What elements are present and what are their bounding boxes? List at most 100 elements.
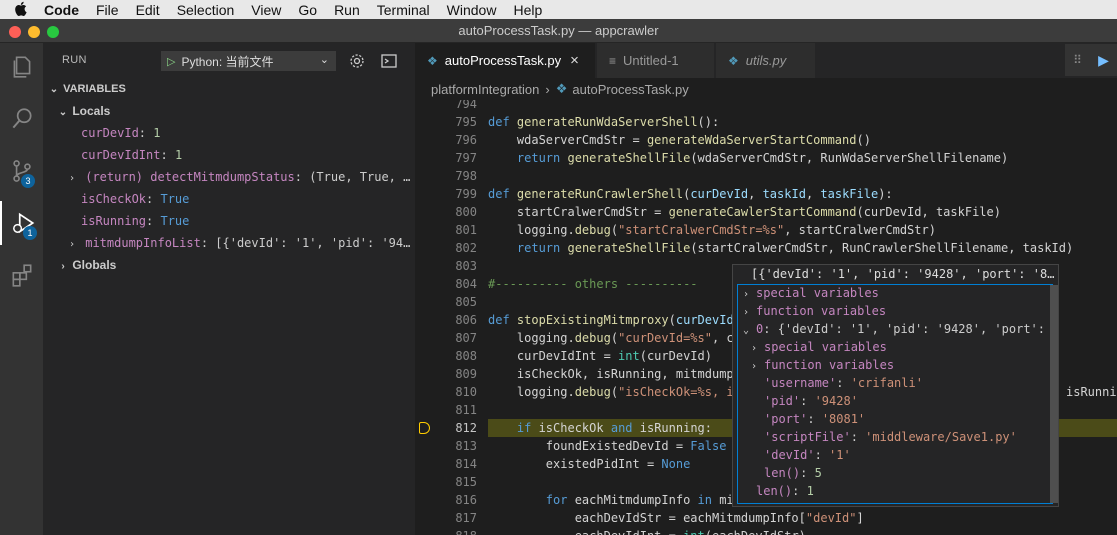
start-debugging-icon[interactable]: ▷ xyxy=(167,55,175,68)
globals-scope[interactable]: › Globals xyxy=(43,254,415,276)
hover-tree-row[interactable]: › function variables xyxy=(740,302,886,320)
line-number: 810 xyxy=(455,385,477,399)
hover-tree-row[interactable]: ⌄ 0: {'devId': '1', 'pid': '9428', 'port'… xyxy=(740,320,1058,338)
code-line[interactable]: def generateRunWdaServerShell(): xyxy=(488,113,719,131)
hover-tree-row[interactable]: 'devId': '1' xyxy=(748,446,851,464)
line-number: 815 xyxy=(455,475,477,489)
line-number: 806 xyxy=(455,313,477,327)
variable-row[interactable]: isRunning: True xyxy=(43,210,415,232)
menu-go[interactable]: Go xyxy=(298,2,317,18)
hover-tree-row[interactable]: 'pid': '9428' xyxy=(748,392,858,410)
code-line[interactable]: startCralwerCmdStr = generateCawlerStart… xyxy=(488,203,1001,221)
variable-value: 1 xyxy=(174,148,183,162)
code-line[interactable]: def generateRunCrawlerShell(curDevId, ta… xyxy=(488,185,893,203)
line-number: 804 xyxy=(455,277,477,291)
menu-edit[interactable]: Edit xyxy=(136,2,160,18)
hover-tree-row[interactable]: 'username': 'crifanli' xyxy=(748,374,923,392)
gear-icon[interactable] xyxy=(348,52,366,70)
chevron-down-icon: ⌄ xyxy=(319,54,329,66)
variable-name: (return) detectMitmdumpStatus xyxy=(85,170,295,184)
variable-row[interactable]: isCheckOk: True xyxy=(43,188,415,210)
line-number: 802 xyxy=(455,241,477,255)
code-line[interactable]: existedPidInt = None xyxy=(488,455,691,473)
run-debug-button[interactable]: 1 xyxy=(0,201,43,245)
code-line[interactable]: eachDevIdStr = eachMitmdumpInfo["devId"] xyxy=(488,509,864,527)
close-icon[interactable]: × xyxy=(570,52,579,69)
file-lines-icon: ≡ xyxy=(609,53,617,68)
variable-name: curDevId xyxy=(81,126,139,140)
tab-untitled-1[interactable]: ≡ Untitled-1 xyxy=(597,43,715,78)
code-line[interactable]: return generateShellFile(wdaServerCmdStr… xyxy=(488,149,1008,167)
hover-tree-row[interactable]: › special variables xyxy=(748,338,887,356)
tab-label: autoProcessTask.py xyxy=(444,53,562,68)
hover-tree-row[interactable]: len(): 5 xyxy=(748,464,822,482)
variable-row[interactable]: curDevId: 1 xyxy=(43,122,415,144)
code-line[interactable]: foundExistedDevId = False xyxy=(488,437,727,455)
apple-icon[interactable] xyxy=(14,1,34,19)
explorer-button[interactable] xyxy=(0,45,43,89)
code-line[interactable]: if isCheckOk and isRunning: xyxy=(488,419,712,437)
drag-handle-icon[interactable]: ⠿ xyxy=(1073,53,1082,67)
hover-value-header: [{'devId': '1', 'pid': '9428', 'port': '… xyxy=(733,265,1058,284)
code-line[interactable]: return generateShellFile(startCralwerCmd… xyxy=(488,239,1073,257)
source-control-button[interactable]: 3 xyxy=(0,149,43,193)
line-number: 812 xyxy=(455,421,477,435)
continue-icon[interactable]: ▶︎ xyxy=(1098,52,1109,69)
locals-scope[interactable]: ⌄ Locals xyxy=(43,100,415,122)
code-line[interactable]: eachDevIdInt = int(eachDevIdStr) xyxy=(488,527,806,535)
window-title: autoProcessTask.py — appcrawler xyxy=(458,23,659,38)
menu-app-name[interactable]: Code xyxy=(44,2,79,18)
code-line[interactable]: logging.debug("startCralwerCmdStr=%s", s… xyxy=(488,221,936,239)
variable-name: isRunning xyxy=(81,214,147,228)
line-number: 816 xyxy=(455,493,477,507)
breadcrumb-folder[interactable]: platformIntegration xyxy=(431,82,539,97)
variable-value: 1 xyxy=(153,126,161,140)
extensions-button[interactable] xyxy=(0,253,43,297)
code-line[interactable]: #---------- others ---------- xyxy=(488,275,698,293)
window-titlebar: autoProcessTask.py — appcrawler xyxy=(0,19,1117,43)
debug-console-icon[interactable] xyxy=(380,52,398,70)
hover-scrollbar[interactable] xyxy=(1050,285,1058,503)
hover-tree-row[interactable]: › function variables xyxy=(748,356,894,374)
line-number: 814 xyxy=(455,457,477,471)
tab-utils[interactable]: ❖ utils.py xyxy=(716,43,816,78)
debug-hover-widget: [{'devId': '1', 'pid': '9428', 'port': '… xyxy=(732,264,1059,507)
code-line[interactable]: curDevIdInt = int(curDevId) xyxy=(488,347,712,365)
line-number: 796 xyxy=(455,133,477,147)
line-number: 797 xyxy=(455,151,477,165)
minimize-window-button[interactable] xyxy=(28,26,40,38)
variable-row[interactable]: curDevIdInt: 1 xyxy=(43,144,415,166)
scm-badge: 3 xyxy=(21,174,35,188)
hover-tree-row[interactable]: › special variables xyxy=(740,284,879,302)
menu-window[interactable]: Window xyxy=(447,2,497,18)
menu-run[interactable]: Run xyxy=(334,2,360,18)
launch-config-select[interactable]: ▷ Python: 当前文件 ⌄ xyxy=(161,51,336,71)
code-line[interactable]: def stopExistingMitmproxy(curDevId): xyxy=(488,311,748,329)
variable-row[interactable]: › mitmdumpInfoList: [{'devId': '1', 'pid… xyxy=(43,232,415,254)
hover-tree-row[interactable]: len(): 1 xyxy=(740,482,814,500)
tab-autoprocesstask[interactable]: ❖ autoProcessTask.py × xyxy=(415,43,596,78)
hover-tree-row[interactable]: 'scriptFile': 'middleware/Save1.py' xyxy=(748,428,1017,446)
menu-terminal[interactable]: Terminal xyxy=(377,2,430,18)
breadcrumb-file[interactable]: autoProcessTask.py xyxy=(572,82,688,97)
zoom-window-button[interactable] xyxy=(47,26,59,38)
variable-row[interactable]: › (return) detectMitmdumpStatus: (True, … xyxy=(43,166,415,188)
line-number: 805 xyxy=(455,295,477,309)
code-line[interactable]: wdaServerCmdStr = generateWdaServerStart… xyxy=(488,131,871,149)
locals-label: Locals xyxy=(72,104,111,118)
files-icon xyxy=(13,56,30,78)
line-number: 794 xyxy=(455,100,477,111)
line-number: 803 xyxy=(455,259,477,273)
hover-tree-row[interactable]: 'port': '8081' xyxy=(748,410,865,428)
close-window-button[interactable] xyxy=(9,26,21,38)
breadcrumb: platformIntegration › ❖ autoProcessTask.… xyxy=(415,78,1117,100)
extensions-icon xyxy=(12,264,31,287)
menu-selection[interactable]: Selection xyxy=(177,2,235,18)
menu-help[interactable]: Help xyxy=(513,2,542,18)
menu-view[interactable]: View xyxy=(251,2,281,18)
variables-section-header[interactable]: ⌄ VARIABLES xyxy=(43,78,415,100)
search-button[interactable] xyxy=(0,97,43,141)
chevron-right-icon: › xyxy=(68,173,76,184)
menu-file[interactable]: File xyxy=(96,2,119,18)
line-number: 818 xyxy=(415,527,477,535)
